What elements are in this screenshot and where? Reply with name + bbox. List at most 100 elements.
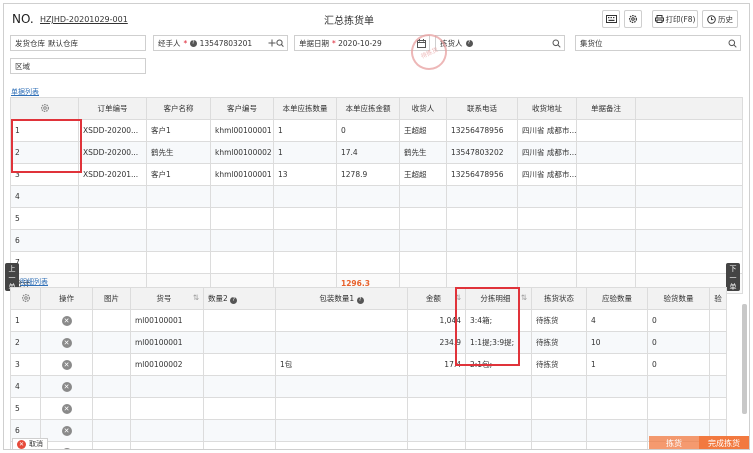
order-list-link[interactable]: 单据列表: [11, 87, 39, 97]
table-cell-amount[interactable]: [336, 207, 400, 230]
table-row[interactable]: 2 XSDD-20200... 鹤先生 khml00100002 1 17.4 鹤先生 135…: [10, 141, 743, 164]
image-cell[interactable]: [92, 375, 131, 398]
table-row[interactable]: 2 ✕ ml00100001 234.9 1:1提;3:9提; 待拣货 10 0: [10, 331, 727, 354]
table-cell-status[interactable]: [531, 375, 587, 398]
table-cell-should[interactable]: 4: [586, 309, 648, 332]
row-index[interactable]: 2: [10, 331, 41, 354]
pick-button[interactable]: 拣货: [649, 436, 699, 449]
handler-field[interactable]: 经手人 * ? 13547803201: [153, 35, 288, 51]
table-cell-cust-no[interactable]: khml00100002: [210, 141, 274, 164]
table-cell-phone[interactable]: 13256478956: [446, 163, 518, 186]
column-header[interactable]: 联系电话: [446, 97, 518, 120]
search-icon[interactable]: [728, 39, 737, 48]
table-cell-amount[interactable]: 1278.9: [336, 163, 400, 186]
table-cell-amount[interactable]: 1,044: [407, 309, 466, 332]
table-cell-amount[interactable]: [407, 375, 466, 398]
search-icon[interactable]: [552, 39, 561, 48]
table-cell-cust-no[interactable]: [210, 207, 274, 230]
table-cell-qty[interactable]: 1: [273, 141, 337, 164]
table-cell-checked[interactable]: [647, 375, 710, 398]
table-cell-detail[interactable]: 3:4箱;: [465, 309, 532, 332]
table-cell-cust-no[interactable]: khml00100001: [210, 163, 274, 186]
table-row[interactable]: 5: [10, 207, 743, 230]
table-row[interactable]: 7: [10, 251, 743, 274]
table-cell-amount[interactable]: 17.4: [407, 353, 466, 376]
row-index[interactable]: 4: [10, 375, 41, 398]
area-field[interactable]: 区域: [10, 58, 146, 74]
table-cell-detail[interactable]: 1:1提;3:9提;: [465, 331, 532, 354]
table-cell-receiver[interactable]: 鹤先生: [399, 141, 447, 164]
table-cell-remark[interactable]: [576, 251, 636, 274]
add-search-icon[interactable]: [268, 39, 284, 48]
table-cell-customer[interactable]: [146, 207, 211, 230]
table-cell-qty[interactable]: [273, 207, 337, 230]
column-header[interactable]: 收货地址: [517, 97, 577, 120]
image-cell[interactable]: [92, 353, 131, 376]
delete-icon[interactable]: ✕: [61, 359, 72, 370]
document-number[interactable]: HZJHD-20201029-001: [40, 15, 128, 24]
history-button[interactable]: 历史: [702, 10, 738, 28]
table-cell-receiver[interactable]: 王超超: [399, 119, 447, 142]
keyboard-button[interactable]: [602, 10, 620, 28]
complete-pick-button[interactable]: 完成拣货: [699, 436, 749, 449]
table-cell-order[interactable]: [78, 229, 147, 252]
image-cell[interactable]: [92, 309, 131, 332]
table-row[interactable]: 3 XSDD-20201... 客户1 khml00100001 13 1278.9 王超超…: [10, 163, 743, 186]
column-header-amount[interactable]: 金额 ⇅: [407, 287, 466, 310]
column-header[interactable]: 收货人: [399, 97, 447, 120]
delete-cell[interactable]: ✕: [40, 397, 93, 420]
row-index[interactable]: 5: [10, 207, 79, 230]
table-cell-qty[interactable]: 13: [273, 163, 337, 186]
row-index[interactable]: 3: [10, 163, 79, 186]
table-cell-receiver[interactable]: [399, 229, 447, 252]
table-cell-item-no[interactable]: ml00100001: [130, 331, 204, 354]
column-header[interactable]: 操作: [40, 287, 93, 310]
table-cell-item-no[interactable]: ml00100001: [130, 309, 204, 332]
table-cell-customer[interactable]: 鹤先生: [146, 141, 211, 164]
gear-icon[interactable]: [40, 103, 50, 113]
image-cell[interactable]: [92, 331, 131, 354]
table-cell-amount[interactable]: 0: [336, 119, 400, 142]
table-cell-detail[interactable]: 2:1包;: [465, 353, 532, 376]
table-cell-pack1[interactable]: [275, 375, 408, 398]
table-cell-cust-no[interactable]: [210, 185, 274, 208]
table-cell-checked[interactable]: 0: [647, 353, 710, 376]
table-cell-qty2[interactable]: [203, 353, 276, 376]
table-cell-item-no[interactable]: ml00100002: [130, 353, 204, 376]
table-cell-should[interactable]: 10: [586, 331, 648, 354]
delete-cell[interactable]: ✕: [40, 331, 93, 354]
table-cell-item-no[interactable]: [130, 397, 204, 420]
table-cell-qty[interactable]: 1: [273, 119, 337, 142]
column-header[interactable]: 单据备注: [576, 97, 636, 120]
table-row[interactable]: 4 ✕: [10, 375, 727, 398]
table-cell-cust-no[interactable]: [210, 229, 274, 252]
table-cell-receiver[interactable]: [399, 207, 447, 230]
table-row[interactable]: 4: [10, 185, 743, 208]
table-cell-address[interactable]: [517, 229, 577, 252]
sort-icon[interactable]: ⇅: [521, 293, 527, 302]
delete-cell[interactable]: ✕: [40, 375, 93, 398]
row-index[interactable]: 1: [10, 119, 79, 142]
table-cell-phone[interactable]: [446, 185, 518, 208]
table-cell-receiver[interactable]: [399, 185, 447, 208]
table-cell-receiver[interactable]: [399, 251, 447, 274]
table-cell-checked[interactable]: [647, 397, 710, 420]
table-cell-address[interactable]: [517, 251, 577, 274]
table-cell-checked[interactable]: 0: [647, 309, 710, 332]
delete-icon[interactable]: ✕: [61, 381, 72, 392]
delete-cell[interactable]: ✕: [40, 353, 93, 376]
table-cell-detail[interactable]: [465, 397, 532, 420]
delete-cell[interactable]: ✕: [40, 309, 93, 332]
table-row[interactable]: 1 XSDD-20200... 客户1 khml00100001 1 0 王超超 132564…: [10, 119, 743, 142]
table-row[interactable]: 1 ✕ ml00100001 1,044 3:4箱; 待拣货 4 0: [10, 309, 727, 332]
table-cell-address[interactable]: [517, 207, 577, 230]
table-cell-phone[interactable]: [446, 251, 518, 274]
table-cell-pack1[interactable]: [275, 331, 408, 354]
column-header[interactable]: 验: [709, 287, 727, 310]
table-cell-address[interactable]: [517, 185, 577, 208]
table-cell-qty2[interactable]: [203, 309, 276, 332]
table-cell-cust-no[interactable]: khml00100001: [210, 119, 274, 142]
table-cell-checked[interactable]: 0: [647, 331, 710, 354]
column-header-pack1[interactable]: 包装数量1 ?: [275, 287, 408, 310]
table-cell-phone[interactable]: [446, 229, 518, 252]
